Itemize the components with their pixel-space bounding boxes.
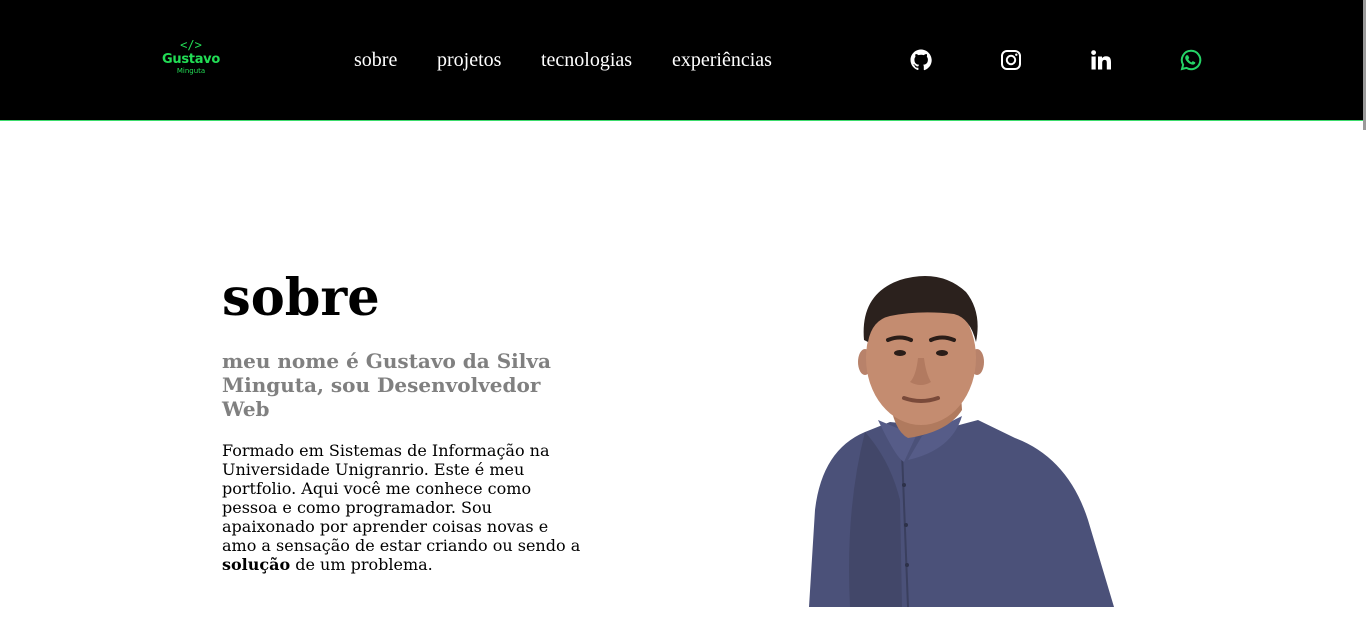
- code-icon: </>: [180, 38, 202, 52]
- whatsapp-icon: [1180, 49, 1202, 71]
- linkedin-icon: [1091, 50, 1111, 70]
- logo[interactable]: </> Gustavo Minguta: [160, 38, 222, 84]
- bio-text-end: de um problema.: [290, 555, 433, 574]
- logo-first-name: Gustavo: [162, 52, 220, 67]
- nav-link-sobre[interactable]: sobre: [354, 48, 397, 72]
- bio-highlight: solução: [222, 555, 291, 574]
- page-title: sobre: [222, 268, 380, 328]
- github-icon: [910, 49, 932, 71]
- nav-link-experiencias[interactable]: experiências: [672, 48, 772, 72]
- nav-link-tecnologias[interactable]: tecnologias: [541, 48, 632, 72]
- instagram-link[interactable]: [999, 48, 1023, 72]
- github-link[interactable]: [909, 48, 933, 72]
- logo-last-name: Minguta: [176, 67, 206, 75]
- about-bio: Formado em Sistemas de Informação na Uni…: [222, 441, 582, 574]
- about-subtitle: meu nome é Gustavo da Silva Minguta, sou…: [222, 349, 551, 421]
- bio-text: Formado em Sistemas de Informação na Uni…: [222, 441, 581, 555]
- profile-photo: [790, 270, 1130, 607]
- whatsapp-link[interactable]: [1179, 48, 1203, 72]
- site-header: </> Gustavo Minguta sobre projetos tecno…: [0, 0, 1366, 121]
- linkedin-link[interactable]: [1089, 48, 1113, 72]
- nav-link-projetos[interactable]: projetos: [437, 48, 501, 72]
- instagram-icon: [1001, 50, 1021, 70]
